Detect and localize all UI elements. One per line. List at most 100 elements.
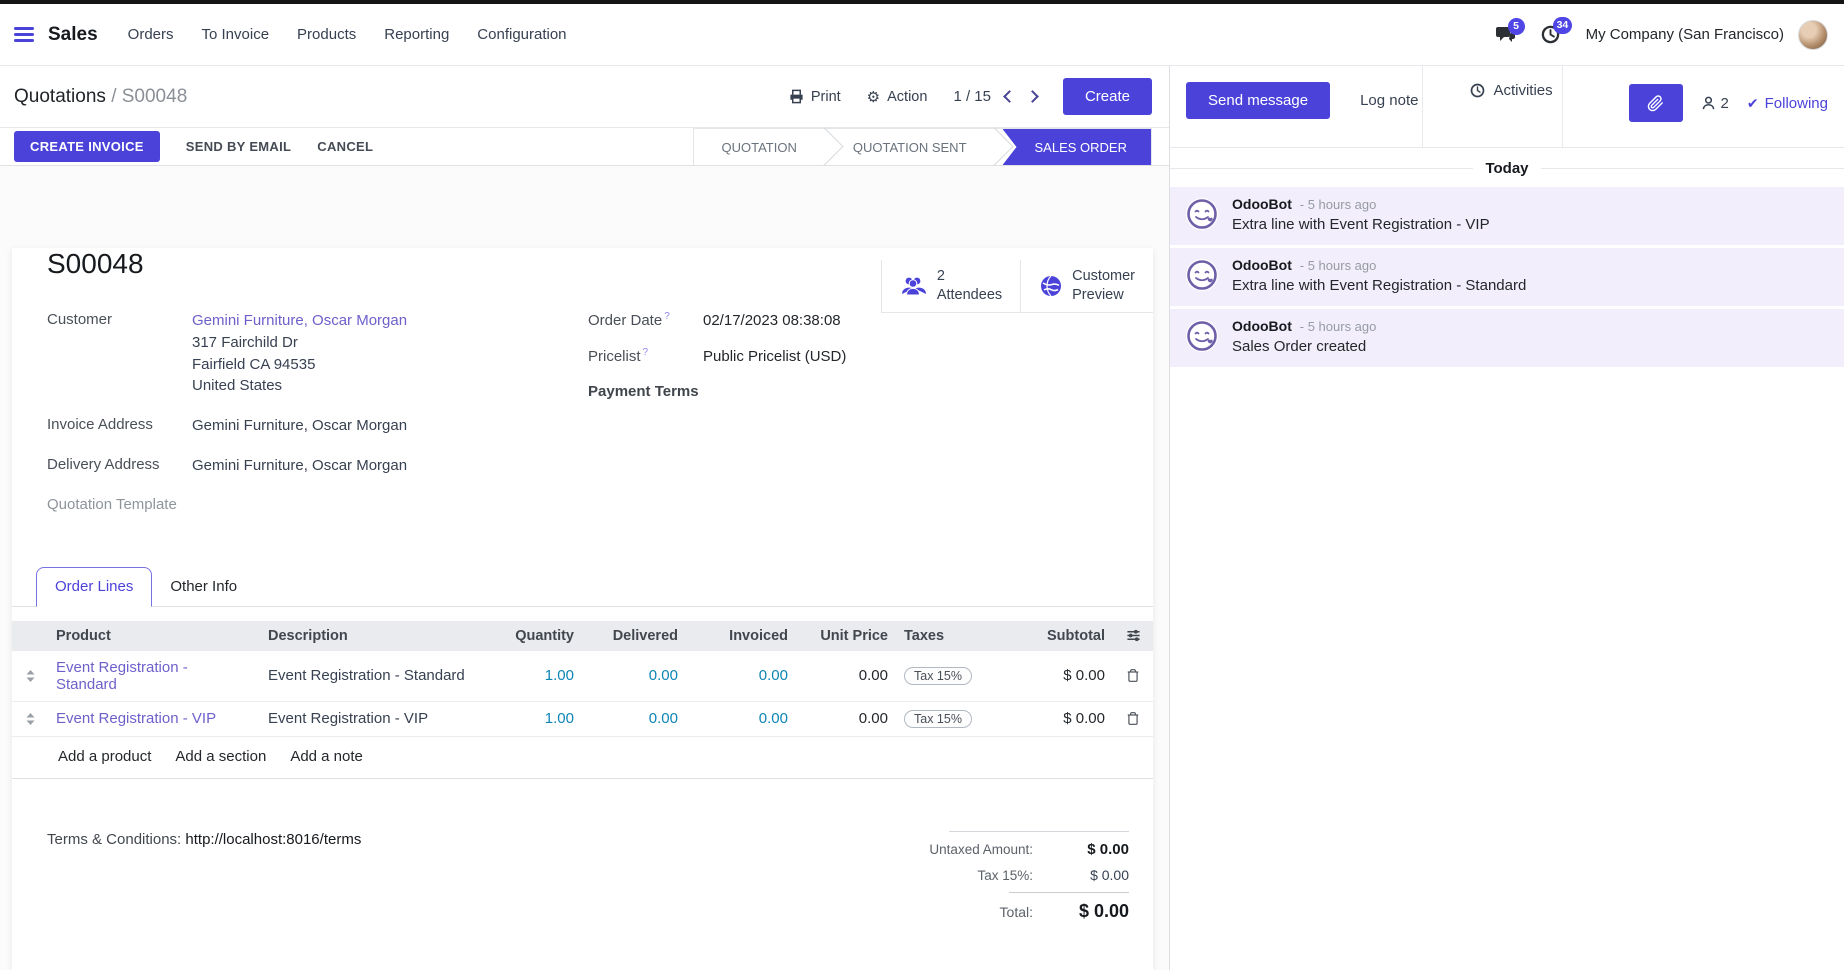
message-author[interactable]: OdooBot	[1232, 318, 1292, 334]
quantity-cell[interactable]: 1.00	[482, 702, 582, 735]
list-item[interactable]: OdooBot - 5 hours ago Extra line with Ev…	[1170, 187, 1844, 245]
table-row[interactable]: Event Registration - VIP Event Registrat…	[12, 702, 1153, 737]
invoice-address-value[interactable]: Gemini Furniture, Oscar Morgan	[192, 415, 407, 437]
total-value: $ 0.00	[1047, 901, 1129, 922]
col-delivered: Delivered	[582, 621, 686, 651]
company-switcher[interactable]: My Company (San Francisco)	[1586, 26, 1784, 43]
breadcrumb-parent[interactable]: Quotations	[14, 86, 106, 107]
delivered-cell[interactable]: 0.00	[582, 659, 686, 692]
field-grid: Customer Gemini Furniture, Oscar Morgan …	[12, 310, 1153, 531]
drag-handle-icon[interactable]	[12, 661, 48, 691]
nav-orders[interactable]: Orders	[128, 26, 174, 43]
date-divider: Today	[1170, 160, 1844, 177]
form-pane: Quotations / S00048 Print ⚙ Action 1 / 1…	[0, 66, 1170, 970]
terms-link[interactable]: http://localhost:8016/terms	[185, 831, 361, 848]
col-taxes: Taxes	[896, 621, 988, 651]
list-item[interactable]: OdooBot - 5 hours ago Sales Order create…	[1170, 309, 1844, 367]
pricelist-label: Pricelist?	[588, 346, 703, 368]
app-brand[interactable]: Sales	[48, 24, 98, 46]
form-sheet: 2 Attendees Customer Preview	[12, 248, 1153, 970]
form-content-area: 2 Attendees Customer Preview	[0, 166, 1169, 970]
description-cell[interactable]: Event Registration - Standard	[260, 659, 482, 692]
chatter-panel: Send message Log note Activities	[1170, 66, 1844, 970]
add-note-link[interactable]: Add a note	[290, 748, 363, 765]
message-author[interactable]: OdooBot	[1232, 257, 1292, 273]
messages-menu[interactable]: 5	[1496, 26, 1515, 43]
invoiced-cell[interactable]: 0.00	[686, 659, 796, 692]
add-product-link[interactable]: Add a product	[58, 748, 151, 765]
state-sales-order[interactable]: SALES ORDER	[1003, 129, 1151, 165]
taxes-cell[interactable]: Tax 15%	[896, 659, 988, 693]
control-panel: Quotations / S00048 Print ⚙ Action 1 / 1…	[0, 66, 1169, 127]
customer-label: Customer	[47, 310, 192, 397]
col-unit-price: Unit Price	[796, 621, 896, 651]
user-avatar[interactable]	[1798, 20, 1828, 50]
nav-configuration[interactable]: Configuration	[477, 26, 566, 43]
product-link[interactable]: Event Registration - VIP	[48, 702, 260, 735]
add-section-link[interactable]: Add a section	[175, 748, 266, 765]
delivery-address-value[interactable]: Gemini Furniture, Oscar Morgan	[192, 455, 407, 477]
total-label: Total:	[1000, 904, 1033, 920]
check-icon: ✔	[1747, 95, 1759, 112]
quantity-cell[interactable]: 1.00	[482, 659, 582, 692]
attach-files-button[interactable]	[1629, 84, 1683, 122]
table-row[interactable]: Event Registration - Standard Event Regi…	[12, 651, 1153, 702]
drag-handle-icon[interactable]	[12, 704, 48, 734]
list-item[interactable]: OdooBot - 5 hours ago Extra line with Ev…	[1170, 248, 1844, 306]
following-button[interactable]: ✔ Following	[1747, 95, 1828, 112]
attendees-count: 2	[937, 267, 1002, 286]
customer-preview-smart-button[interactable]: Customer Preview	[1020, 260, 1153, 312]
odoobot-avatar	[1184, 196, 1220, 232]
odoobot-avatar	[1184, 257, 1220, 293]
send-message-button[interactable]: Send message	[1186, 82, 1330, 119]
message-body: Sales Order created	[1232, 338, 1828, 355]
pricelist-value[interactable]: Public Pricelist (USD)	[703, 346, 846, 368]
message-body: Extra line with Event Registration - VIP	[1232, 216, 1828, 233]
terms-and-conditions: Terms & Conditions: http://localhost:801…	[47, 831, 361, 931]
create-invoice-button[interactable]: CREATE INVOICE	[14, 131, 160, 162]
action-button[interactable]: ⚙ Action	[867, 88, 928, 106]
send-by-email-button[interactable]: SEND BY EMAIL	[186, 139, 292, 154]
chatter-toolbar: Send message Log note Activities	[1170, 66, 1844, 148]
customer-address-line1: 317 Fairchild Dr	[192, 332, 407, 354]
invoice-address-label: Invoice Address	[47, 415, 192, 437]
customer-link[interactable]: Gemini Furniture, Oscar Morgan	[192, 310, 407, 332]
optional-columns-icon[interactable]	[1113, 621, 1153, 650]
order-lines-header: Product Description Quantity Delivered I…	[12, 621, 1153, 651]
product-link[interactable]: Event Registration - Standard	[48, 651, 260, 701]
nav-products[interactable]: Products	[297, 26, 356, 43]
help-icon: ?	[643, 347, 649, 358]
nav-reporting[interactable]: Reporting	[384, 26, 449, 43]
attendees-smart-button[interactable]: 2 Attendees	[881, 260, 1020, 312]
top-navbar: Sales Orders To Invoice Products Reporti…	[0, 4, 1844, 66]
state-quotation[interactable]: QUOTATION	[694, 129, 825, 165]
message-author[interactable]: OdooBot	[1232, 196, 1292, 212]
unit-price-cell[interactable]: 0.00	[796, 702, 896, 735]
taxes-cell[interactable]: Tax 15%	[896, 702, 988, 736]
tab-order-lines[interactable]: Order Lines	[36, 567, 152, 607]
order-date-value[interactable]: 02/17/2023 08:38:08	[703, 310, 841, 332]
activities-button[interactable]: Activities	[1470, 82, 1552, 99]
subtotal-cell: $ 0.00	[988, 659, 1113, 692]
pager-previous-icon[interactable]	[1003, 90, 1016, 103]
description-cell[interactable]: Event Registration - VIP	[260, 702, 482, 735]
print-button[interactable]: Print	[789, 89, 841, 105]
pager-next-icon[interactable]	[1026, 90, 1039, 103]
col-subtotal: Subtotal	[988, 621, 1113, 651]
unit-price-cell[interactable]: 0.00	[796, 659, 896, 692]
customer-address-line3: United States	[192, 375, 407, 397]
delete-line-icon[interactable]	[1113, 703, 1153, 734]
delivered-cell[interactable]: 0.00	[582, 702, 686, 735]
invoiced-cell[interactable]: 0.00	[686, 702, 796, 735]
state-quotation-sent[interactable]: QUOTATION SENT	[825, 129, 995, 165]
tab-other-info[interactable]: Other Info	[152, 567, 255, 606]
followers-button[interactable]: 2	[1701, 95, 1729, 112]
log-note-button[interactable]: Log note	[1354, 82, 1424, 119]
customer-address-line2: Fairfield CA 94535	[192, 354, 407, 376]
activities-menu[interactable]: 34	[1541, 25, 1560, 44]
nav-to-invoice[interactable]: To Invoice	[202, 26, 270, 43]
create-button[interactable]: Create	[1063, 78, 1152, 115]
cancel-button[interactable]: CANCEL	[317, 139, 373, 154]
apps-menu-icon[interactable]	[14, 27, 34, 42]
delete-line-icon[interactable]	[1113, 660, 1153, 691]
